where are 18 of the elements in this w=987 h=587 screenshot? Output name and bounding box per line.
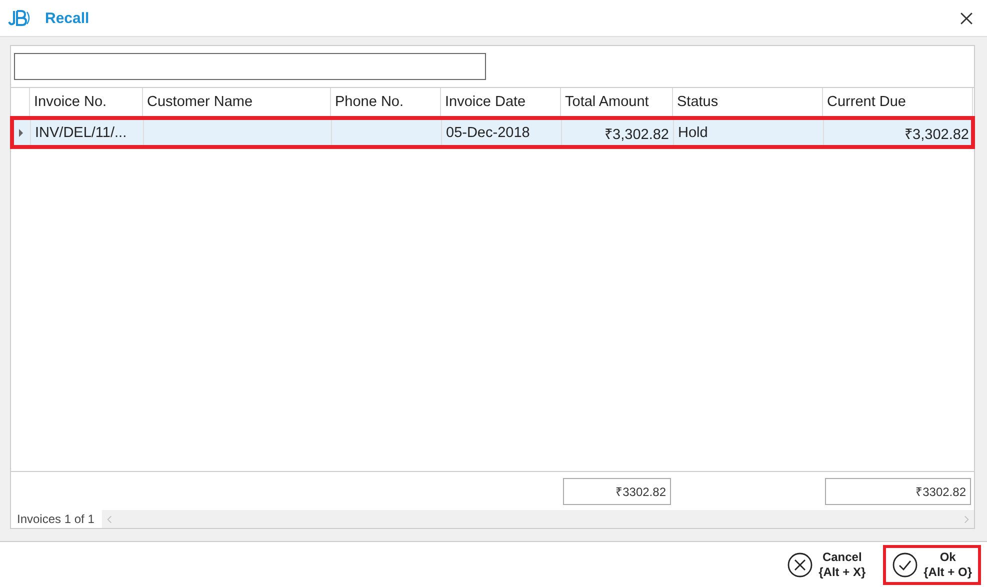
table-row[interactable]: INV/DEL/11/... 05-Dec-2018 ₹3,302.82 Hold ₹3,302.82 bbox=[11, 117, 974, 148]
search-field[interactable] bbox=[14, 53, 486, 80]
table-cell-text: ₹3,302.82 bbox=[604, 126, 669, 142]
window-title: Recall bbox=[45, 10, 90, 26]
table-cell: INV/DEL/11/... bbox=[35, 124, 127, 140]
table-cell: 05-Dec-2018 bbox=[446, 124, 530, 140]
ok-button[interactable]: Ok {Alt + O} bbox=[882, 544, 981, 584]
table-cell-text: ₹3,302.82 bbox=[904, 126, 969, 142]
total-field: ₹3302.82 bbox=[825, 478, 971, 504]
record-count: Invoices 1 of 1 bbox=[11, 510, 102, 528]
x-circle-icon bbox=[786, 552, 813, 578]
total-field: ₹3302.82 bbox=[563, 478, 671, 504]
close-icon[interactable] bbox=[960, 12, 973, 24]
scroll-left-icon[interactable] bbox=[107, 514, 112, 524]
logo-icon bbox=[7, 8, 31, 28]
scroll-right-icon[interactable] bbox=[964, 514, 969, 524]
check-circle-icon bbox=[892, 552, 918, 578]
table-cell: Hold bbox=[678, 124, 708, 140]
